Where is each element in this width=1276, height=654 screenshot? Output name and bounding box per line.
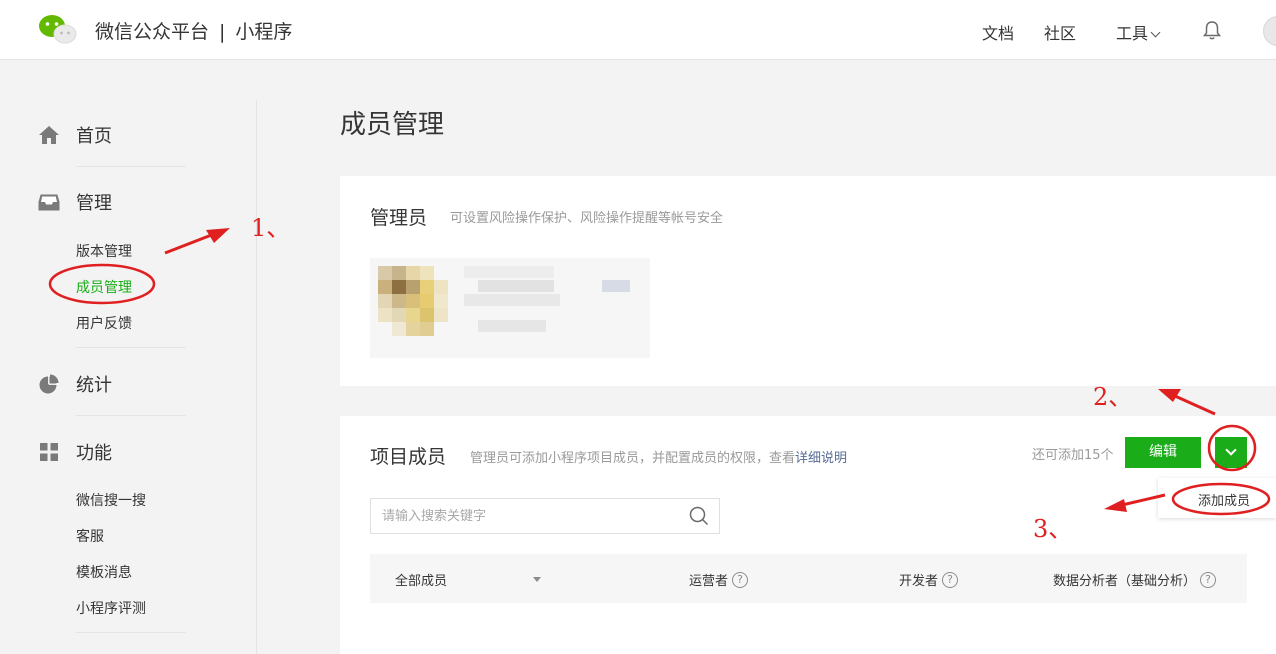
sidebar-item-manage[interactable]: 管理 (38, 189, 112, 215)
sidebar-divider (76, 415, 186, 416)
nav-tools-menu[interactable]: 工具 (1116, 20, 1161, 44)
brand-name: 微信公众平台 (95, 21, 210, 43)
search-icon[interactable] (689, 506, 709, 526)
annotation-step3: 3、 (1033, 515, 1073, 543)
column-analyst: 数据分析者（基础分析）? (1053, 570, 1217, 589)
members-card: 项目成员 管理员可添加小程序项目成员，并配置成员的权限，查看详细说明 还可添加1… (340, 416, 1276, 654)
sidebar-item-evaluation[interactable]: 小程序评测 (76, 598, 146, 618)
nav-community-link[interactable]: 社区 (1044, 20, 1076, 44)
admin-card-title: 管理员 (370, 207, 428, 229)
inbox-icon (38, 194, 60, 211)
help-icon[interactable]: ? (732, 571, 749, 588)
chevron-down-icon (1150, 27, 1161, 38)
nav-docs-link[interactable]: 文档 (982, 20, 1014, 44)
caret-down-icon (533, 577, 541, 582)
sidebar-item-customer-service[interactable]: 客服 (76, 526, 104, 546)
sidebar-item-wechat-search[interactable]: 微信搜一搜 (76, 490, 146, 510)
sidebar-features-label: 功能 (76, 443, 112, 464)
sidebar-item-template-message[interactable]: 模板消息 (76, 562, 132, 582)
member-filter-select[interactable]: 全部成员 (395, 570, 541, 589)
sidebar-item-features[interactable]: 功能 (38, 439, 112, 465)
sidebar-item-members[interactable]: 成员管理 (76, 277, 132, 297)
filter-label: 全部成员 (395, 574, 448, 589)
admin-card: 管理员 可设置风险操作保护、风险操作提醒等帐号安全 (340, 176, 1276, 386)
wechat-logo-icon[interactable] (38, 14, 78, 46)
admin-card-desc: 可设置风险操作保护、风险操作提醒等帐号安全 (450, 211, 724, 226)
add-member-dropdown: 添加成员 (1158, 478, 1276, 518)
annotation-step1: 1、 (251, 214, 291, 242)
sidebar-item-feedback[interactable]: 用户反馈 (76, 313, 132, 333)
column-operator-label: 运营者 (689, 574, 729, 589)
sidebar-item-home[interactable]: 首页 (38, 122, 112, 148)
column-developer-label: 开发者 (899, 574, 939, 589)
sidebar: 首页 管理 版本管理 成员管理 用户反馈 统计 功能 微信搜一搜 客服 模板消息… (0, 100, 257, 654)
help-icon[interactable]: ? (942, 571, 959, 588)
user-avatar[interactable] (1263, 16, 1276, 46)
member-search (370, 498, 720, 534)
edit-button[interactable]: 编辑 (1125, 437, 1201, 468)
search-input[interactable] (371, 499, 681, 533)
column-operator: 运营者? (689, 570, 749, 589)
bell-icon[interactable] (1201, 19, 1223, 41)
details-link[interactable]: 详细说明 (795, 451, 847, 466)
arrowhead-step2 (1158, 389, 1181, 402)
page-title: 成员管理 (340, 110, 445, 140)
top-header: 微信公众平台 | 小程序 文档 社区 工具 (0, 0, 1276, 60)
brand-separator: | (219, 21, 226, 43)
blurred-admin-avatar (370, 258, 650, 358)
more-dropdown-button[interactable] (1215, 437, 1247, 468)
column-analyst-label: 数据分析者（基础分析） (1053, 574, 1197, 589)
pie-chart-icon (39, 374, 59, 394)
grid-icon (40, 443, 58, 461)
sidebar-stats-label: 统计 (76, 375, 112, 396)
members-card-desc: 管理员可添加小程序项目成员，并配置成员的权限，查看详细说明 (470, 447, 847, 466)
annotation-step2: 2、 (1093, 383, 1133, 411)
arrow-step2 (1174, 394, 1216, 416)
sidebar-item-version[interactable]: 版本管理 (76, 241, 132, 261)
sidebar-home-label: 首页 (76, 126, 112, 147)
home-icon (39, 126, 59, 144)
sidebar-manage-label: 管理 (76, 193, 112, 214)
help-icon[interactable]: ? (1200, 571, 1217, 588)
members-card-title: 项目成员 (370, 446, 447, 468)
remaining-count: 还可添加15个 (1032, 448, 1114, 463)
chevron-down-icon (1225, 444, 1237, 456)
sidebar-divider (76, 166, 186, 167)
sidebar-divider (76, 632, 186, 633)
sidebar-item-stats[interactable]: 统计 (38, 371, 112, 397)
column-developer: 开发者? (899, 570, 959, 589)
add-member-menu-item[interactable]: 添加成员 (1198, 490, 1250, 509)
platform-title: 微信公众平台 | 小程序 (95, 17, 292, 44)
nav-tools-label: 工具 (1116, 24, 1149, 43)
product-name: 小程序 (235, 21, 293, 43)
sidebar-divider (76, 347, 186, 348)
members-desc-text: 管理员可添加小程序项目成员，并配置成员的权限，查看 (470, 451, 796, 466)
members-table-header: 全部成员 运营者? 开发者? 数据分析者（基础分析）? (370, 554, 1247, 603)
